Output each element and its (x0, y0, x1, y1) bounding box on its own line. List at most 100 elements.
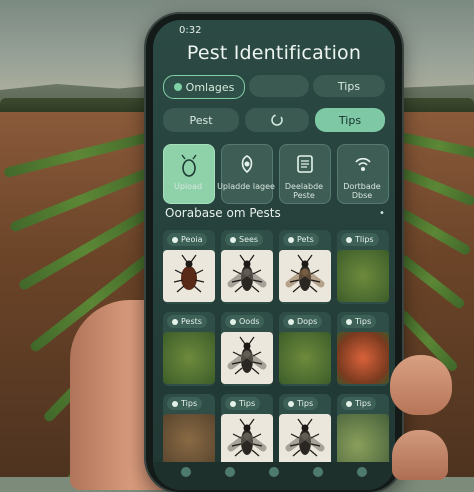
card-tag: Sees (225, 233, 264, 246)
tag-dot-icon (288, 400, 294, 407)
tag-dot-icon (230, 400, 236, 407)
card-tag: Tips (167, 397, 203, 410)
nav-home-icon[interactable] (181, 467, 191, 477)
thumb-right (390, 355, 452, 415)
pest-card[interactable]: Peoia (163, 230, 215, 304)
wifi-scan-icon (338, 153, 388, 180)
card-tag: Pests (167, 315, 207, 328)
section-title: Oorabase om Pests (165, 206, 281, 220)
pest-card[interactable]: Tlips (337, 230, 389, 304)
card-tag-label: Tlips (355, 235, 374, 244)
tag-dot-icon (172, 236, 178, 243)
moth-icon (285, 254, 325, 293)
nav-search-icon[interactable] (225, 467, 235, 477)
card-tag-label: Tips (355, 399, 372, 408)
subtab-middle[interactable] (245, 108, 309, 132)
section-marker: • (379, 208, 385, 219)
pest-card[interactable]: Dops (279, 312, 331, 386)
card-tag-label: Peoia (181, 235, 203, 244)
card-tag: Tips (341, 315, 377, 328)
tag-dot-icon (172, 318, 178, 325)
pest-card[interactable]: Pets (279, 230, 331, 304)
card-tag: Dops (283, 315, 323, 328)
tag-dot-icon (346, 400, 352, 407)
subtab-pest-label: Pest (189, 113, 213, 127)
tab-tips[interactable]: Tips (313, 75, 385, 97)
pest-card[interactable]: Tips (337, 312, 389, 386)
fly-icon (227, 254, 267, 293)
tab-middle[interactable] (249, 75, 309, 97)
card-tag-label: Tips (239, 399, 256, 408)
pest-card[interactable]: Tips (221, 394, 273, 466)
card-tag: Tlips (341, 233, 379, 246)
pest-card[interactable]: Pests (163, 312, 215, 386)
mosquito-image (279, 414, 331, 466)
card-tag-label: Tips (297, 399, 314, 408)
subtab-tips[interactable]: Tips (315, 108, 385, 132)
status-time: 0:32 (179, 25, 202, 36)
document-icon (280, 153, 330, 180)
leaf-image (337, 250, 389, 302)
nav-profile-icon[interactable] (357, 467, 367, 477)
refresh-icon (271, 114, 283, 126)
subtab-tips-label: Tips (338, 113, 362, 127)
fly-image (221, 332, 273, 384)
card-tag: Oods (225, 315, 265, 328)
moth-image (279, 250, 331, 302)
flower-image (337, 332, 389, 384)
tag-dot-icon (346, 236, 352, 243)
bug-icon (164, 153, 214, 184)
tab-indicator-icon (173, 83, 182, 91)
fly-icon (227, 418, 267, 457)
card-tag-label: Tips (181, 399, 198, 408)
feature-upload-label: Upload (173, 182, 203, 191)
subtab-pest[interactable]: Pest (163, 108, 239, 132)
tab-images-label: Omlages (185, 80, 235, 94)
card-tag-label: Tips (355, 317, 372, 326)
tag-dot-icon (288, 318, 294, 325)
nav-tips-icon[interactable] (313, 467, 323, 477)
feature-upload[interactable] (163, 144, 215, 204)
pest-card[interactable]: Sees (221, 230, 273, 304)
card-tag: Tips (341, 397, 377, 410)
card-tag-label: Oods (239, 317, 260, 326)
card-tag: Pets (283, 233, 319, 246)
card-tag: Tips (283, 397, 319, 410)
feature-database-label: Dortbade Dbse (343, 182, 381, 200)
fly-image (221, 414, 273, 466)
pest-card[interactable]: Oods (221, 312, 273, 386)
pest-card[interactable]: Tips (337, 394, 389, 466)
leaf-bug-icon (222, 153, 272, 180)
card-tag-label: Dops (297, 317, 318, 326)
card-tag: Tips (225, 397, 261, 410)
tag-dot-icon (288, 236, 294, 243)
pest-card[interactable]: Tips (163, 394, 215, 466)
feature-upload-image-label: Upladde Iagee (217, 182, 275, 191)
soil-image (163, 414, 215, 466)
feature-detected-pests-label: Deelabde Peste (284, 182, 324, 200)
fly-icon (227, 336, 267, 375)
tab-tips-label: Tips (337, 79, 361, 93)
card-tag-label: Pets (297, 235, 314, 244)
card-tag-label: Sees (239, 235, 259, 244)
moss-image (337, 414, 389, 466)
tag-dot-icon (230, 236, 236, 243)
feature-upload-image[interactable] (221, 144, 273, 204)
card-tag: Peoia (167, 233, 208, 246)
app-title: Pest Identification (186, 42, 362, 64)
phone-screen: 0:32 Pest Identification Omlages Tips Pe… (153, 20, 395, 490)
mosquito-icon (285, 418, 325, 457)
fly-image (221, 250, 273, 302)
finger-right (392, 430, 448, 480)
nav-scan-icon[interactable] (269, 467, 279, 477)
leaf-image (279, 332, 331, 384)
tag-dot-icon (230, 318, 236, 325)
beetle-icon (173, 254, 205, 293)
beetle-image (163, 250, 215, 302)
tag-dot-icon (172, 400, 178, 407)
leaf-image (163, 332, 215, 384)
card-tag-label: Pests (181, 317, 202, 326)
tag-dot-icon (346, 318, 352, 325)
pest-card[interactable]: Tips (279, 394, 331, 466)
tab-images[interactable]: Omlages (163, 75, 245, 99)
